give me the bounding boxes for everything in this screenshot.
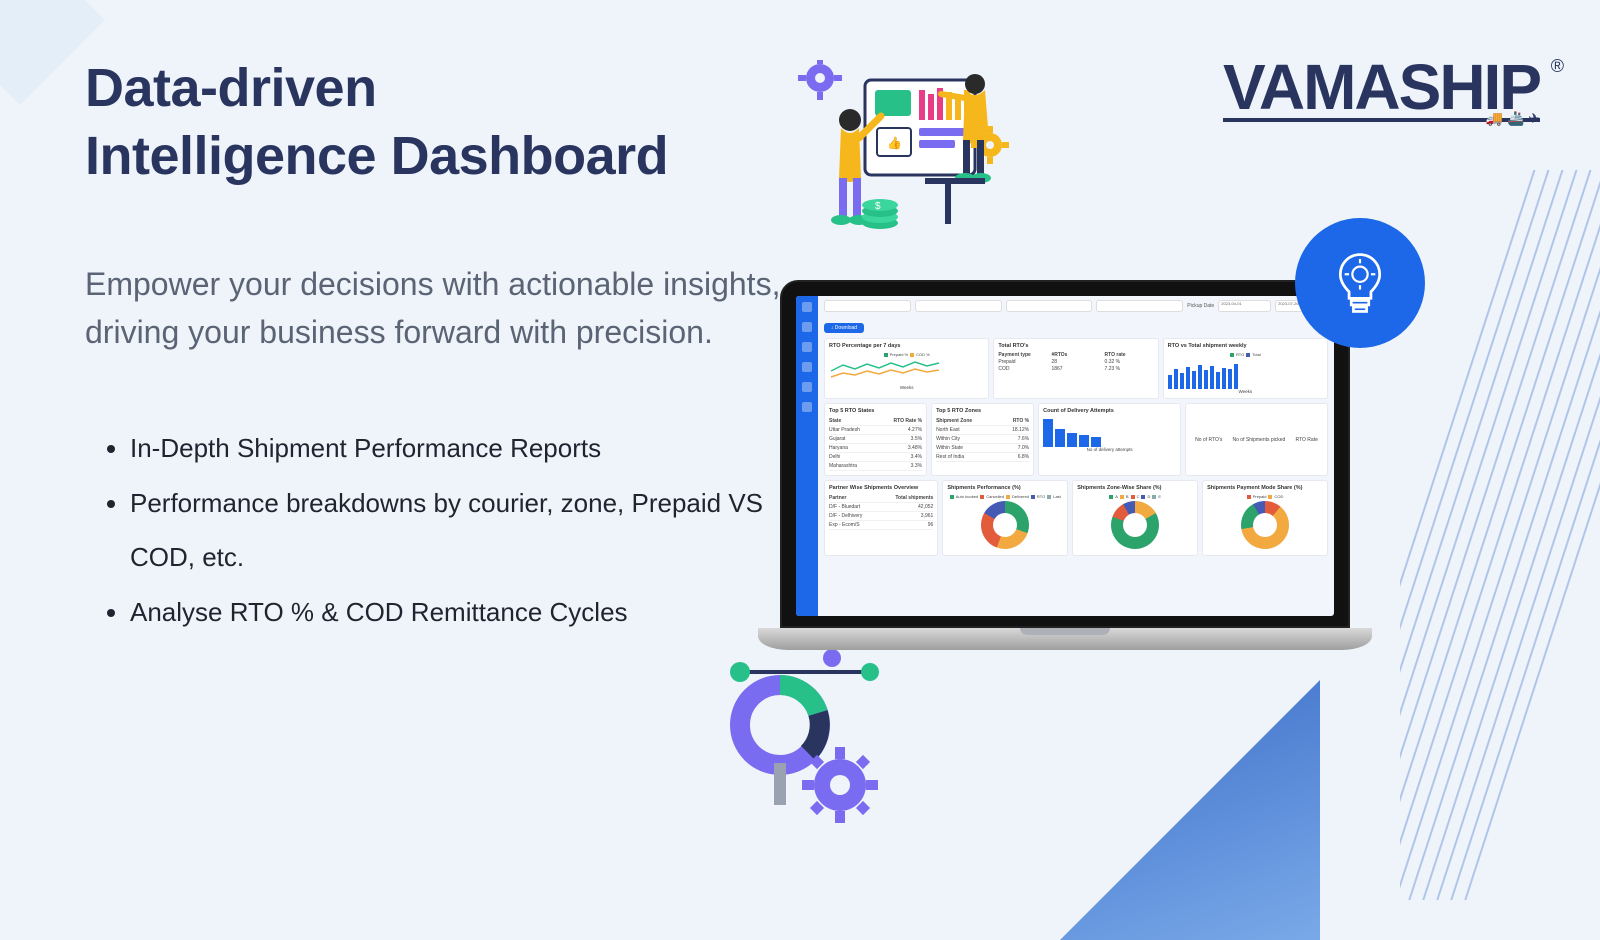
download-button: ↓ Download bbox=[824, 323, 864, 333]
card-total-rto: Total RTO's Payment type#RTOsRTO rate Pr… bbox=[993, 338, 1158, 399]
page-title: Data-driven Intelligence Dashboard bbox=[85, 55, 785, 190]
title-line-1: Data-driven bbox=[85, 58, 377, 118]
card-rto-vs-total-weekly: RTO vs Total shipment weekly RTOTotal We… bbox=[1163, 338, 1328, 399]
filter-pill bbox=[824, 300, 911, 312]
app-sidebar bbox=[796, 296, 818, 616]
card-partner-overview: Partner Wise Shipments Overview PartnerT… bbox=[824, 480, 938, 556]
decor-diagonal-lines bbox=[1400, 170, 1600, 900]
hero-text-block: Data-driven Intelligence Dashboard Empow… bbox=[85, 55, 785, 639]
line-chart-icon bbox=[829, 357, 984, 383]
donut-chart-icon bbox=[981, 501, 1029, 549]
feature-bullet: Performance breakdowns by courier, zone,… bbox=[130, 476, 785, 585]
date-from: 2023-04-01 bbox=[1218, 300, 1271, 312]
card-top-rto-states: Top 5 RTO States StateRTO Rate % Uttar P… bbox=[824, 403, 927, 476]
laptop-screen-bezel: Pickup Date 2023-04-01 2023-07-26 ↓ Down… bbox=[780, 280, 1350, 628]
brand-transport-icons: 🚚 🚢 ✈ bbox=[1486, 110, 1540, 127]
feature-bullet: In-Depth Shipment Performance Reports bbox=[130, 421, 785, 476]
brand-logo: VAMASHIP ® 🚚 🚢 ✈ bbox=[1223, 50, 1540, 122]
feature-bullet: Analyse RTO % & COD Remittance Cycles bbox=[130, 585, 785, 640]
card-top-rto-zones: Top 5 RTO Zones Shipment ZoneRTO % North… bbox=[931, 403, 1034, 476]
dashboard-screenshot: Pickup Date 2023-04-01 2023-07-26 ↓ Down… bbox=[796, 296, 1334, 616]
feature-bullet-list: In-Depth Shipment Performance Reports Pe… bbox=[85, 421, 785, 639]
title-line-2: Intelligence Dashboard bbox=[85, 126, 668, 186]
card-zone-wise-share: Shipments Zone-Wise Share (%) ABCDE bbox=[1072, 480, 1198, 556]
bar-chart-icon bbox=[1168, 359, 1323, 389]
svg-text:👍: 👍 bbox=[887, 136, 902, 150]
laptop-base bbox=[758, 628, 1372, 650]
card-rto-percentage-7days: RTO Percentage per 7 days Prepaid %COD %… bbox=[824, 338, 989, 399]
card-payment-mode-share: Shipments Payment Mode Share (%) Prepaid… bbox=[1202, 480, 1328, 556]
donut-chart-icon bbox=[1111, 501, 1159, 549]
card-shipments-performance: Shipments Performance (%) Auto bookedCan… bbox=[942, 480, 1068, 556]
card-delivery-attempts: Count of Delivery Attempts No of deliver… bbox=[1038, 403, 1181, 476]
pickup-date-label: Pickup Date bbox=[1187, 303, 1214, 309]
filter-pill bbox=[915, 300, 1002, 312]
analytics-search-illustration bbox=[720, 650, 900, 830]
idea-badge bbox=[1295, 218, 1425, 348]
filter-pill bbox=[1006, 300, 1093, 312]
laptop-mockup: Pickup Date 2023-04-01 2023-07-26 ↓ Down… bbox=[780, 280, 1350, 650]
svg-text:$: $ bbox=[875, 201, 881, 212]
app-body: Pickup Date 2023-04-01 2023-07-26 ↓ Down… bbox=[818, 296, 1334, 616]
page-subtitle: Empower your decisions with actionable i… bbox=[85, 260, 785, 356]
lightbulb-gear-icon bbox=[1325, 248, 1395, 318]
filter-pill bbox=[1096, 300, 1183, 312]
card-metrics: No of RTO's No of Shipments picked RTO R… bbox=[1185, 403, 1328, 476]
filter-bar: Pickup Date 2023-04-01 2023-07-26 bbox=[824, 300, 1328, 312]
registered-mark: ® bbox=[1551, 56, 1562, 77]
donut-chart-icon bbox=[1241, 501, 1289, 549]
bar-chart-icon bbox=[1043, 417, 1176, 447]
team-analytics-illustration: 👍 bbox=[795, 60, 1015, 270]
decor-triangle-bottom bbox=[1060, 680, 1320, 940]
